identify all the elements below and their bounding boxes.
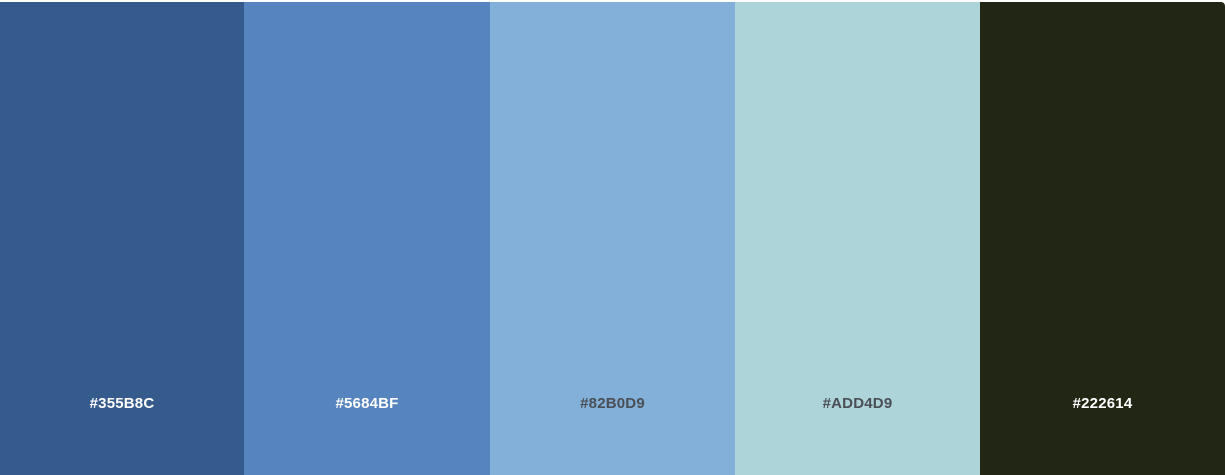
swatch-hex-label: #222614 <box>1072 395 1133 412</box>
swatch-hex-label: #355B8C <box>89 395 155 412</box>
color-swatch[interactable]: #355B8C <box>0 2 244 475</box>
color-swatch[interactable]: #5684BF <box>244 2 490 475</box>
swatch-hex-label: #82B0D9 <box>580 395 645 412</box>
color-swatch[interactable]: #222614 <box>980 2 1225 475</box>
color-palette: #355B8C #5684BF #82B0D9 #ADD4D9 #222614 <box>0 2 1225 475</box>
color-swatch[interactable]: #ADD4D9 <box>735 2 980 475</box>
color-swatch[interactable]: #82B0D9 <box>490 2 735 475</box>
swatch-hex-label: #5684BF <box>335 395 399 412</box>
swatch-hex-label: #ADD4D9 <box>822 395 893 412</box>
